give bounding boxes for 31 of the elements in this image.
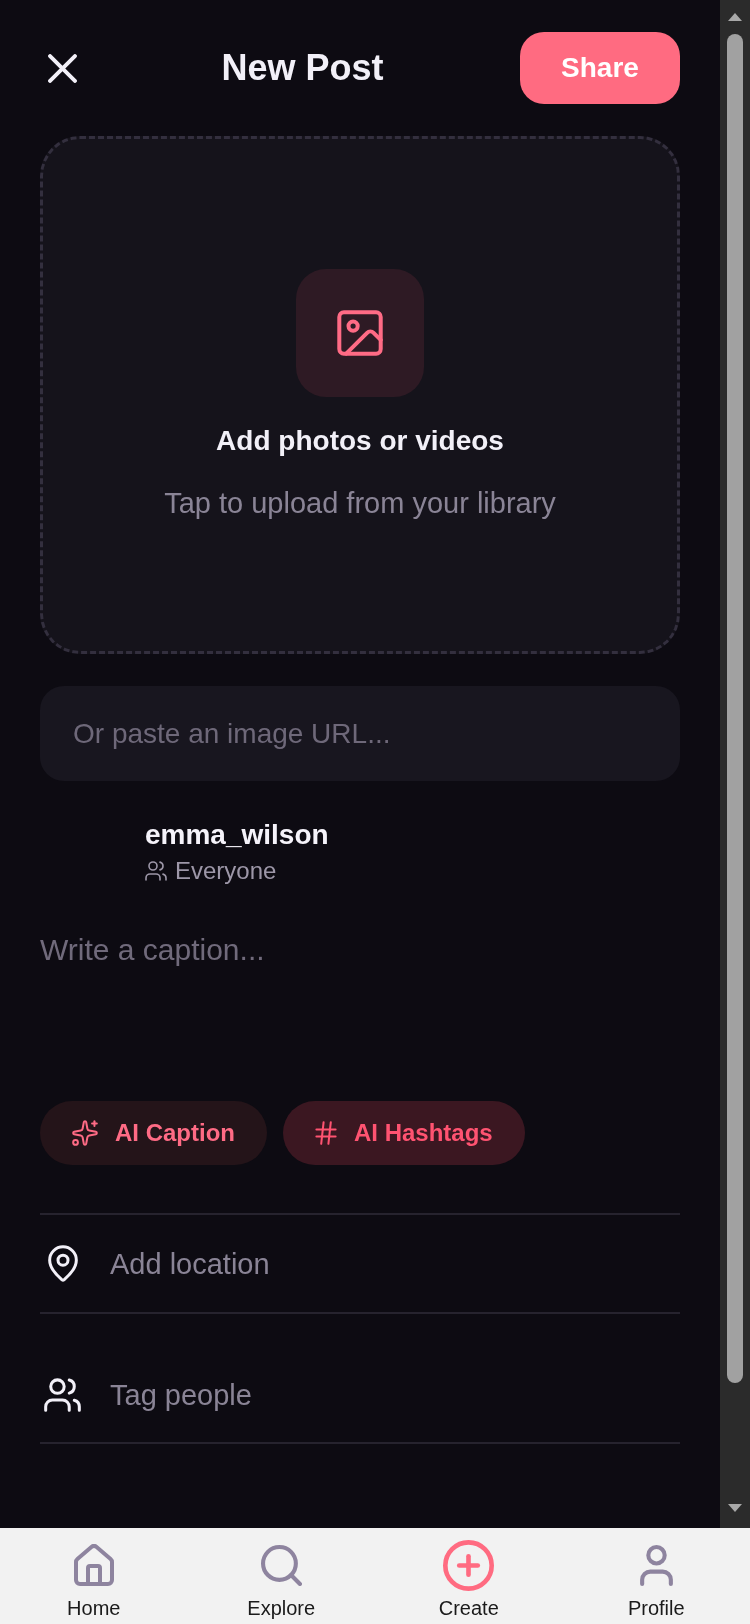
username: emma_wilson <box>145 818 329 852</box>
plus-circle-icon <box>443 1539 495 1591</box>
house-icon <box>73 1544 114 1586</box>
ai-hashtags-button[interactable]: AI Hashtags <box>283 1101 525 1165</box>
scrollbar-track[interactable] <box>720 0 750 1528</box>
location-row[interactable]: Add location <box>40 1215 680 1314</box>
audience-button[interactable]: Everyone <box>145 856 277 886</box>
upload-area[interactable]: Add photos or videos Tap to upload from your library <box>40 136 680 654</box>
caption-field[interactable]: Write a caption... <box>40 930 680 1080</box>
url-field[interactable]: Or paste an image URL... <box>40 686 680 781</box>
page-title: New Post <box>221 46 384 90</box>
nav-tab[interactable]: Create <box>375 1528 563 1624</box>
upload-hint: Tap to upload from your library <box>164 486 556 521</box>
ai-caption-button[interactable]: AI Caption <box>40 1101 267 1165</box>
scrollbar-thumb[interactable] <box>727 34 743 1383</box>
search-icon <box>260 1544 302 1586</box>
nav-tab[interactable]: Profile <box>562 1528 750 1624</box>
hash-icon <box>315 1121 337 1145</box>
tag-people-row[interactable]: Tag people <box>40 1314 680 1444</box>
scroll-up-arrow-icon[interactable] <box>728 13 742 21</box>
scroll-down-arrow-icon[interactable] <box>728 1504 742 1512</box>
upload-title: Add photos or videos <box>216 424 504 458</box>
sparkle-icon <box>72 1120 98 1146</box>
nav-tab[interactable]: Explore <box>187 1528 375 1624</box>
nav-tab[interactable]: Home <box>0 1528 188 1624</box>
close-icon <box>48 53 77 83</box>
map-pin-icon <box>47 1245 78 1282</box>
image-icon <box>296 269 424 397</box>
people-icon <box>44 1378 81 1412</box>
people-icon <box>145 861 167 881</box>
person-icon <box>639 1544 673 1586</box>
